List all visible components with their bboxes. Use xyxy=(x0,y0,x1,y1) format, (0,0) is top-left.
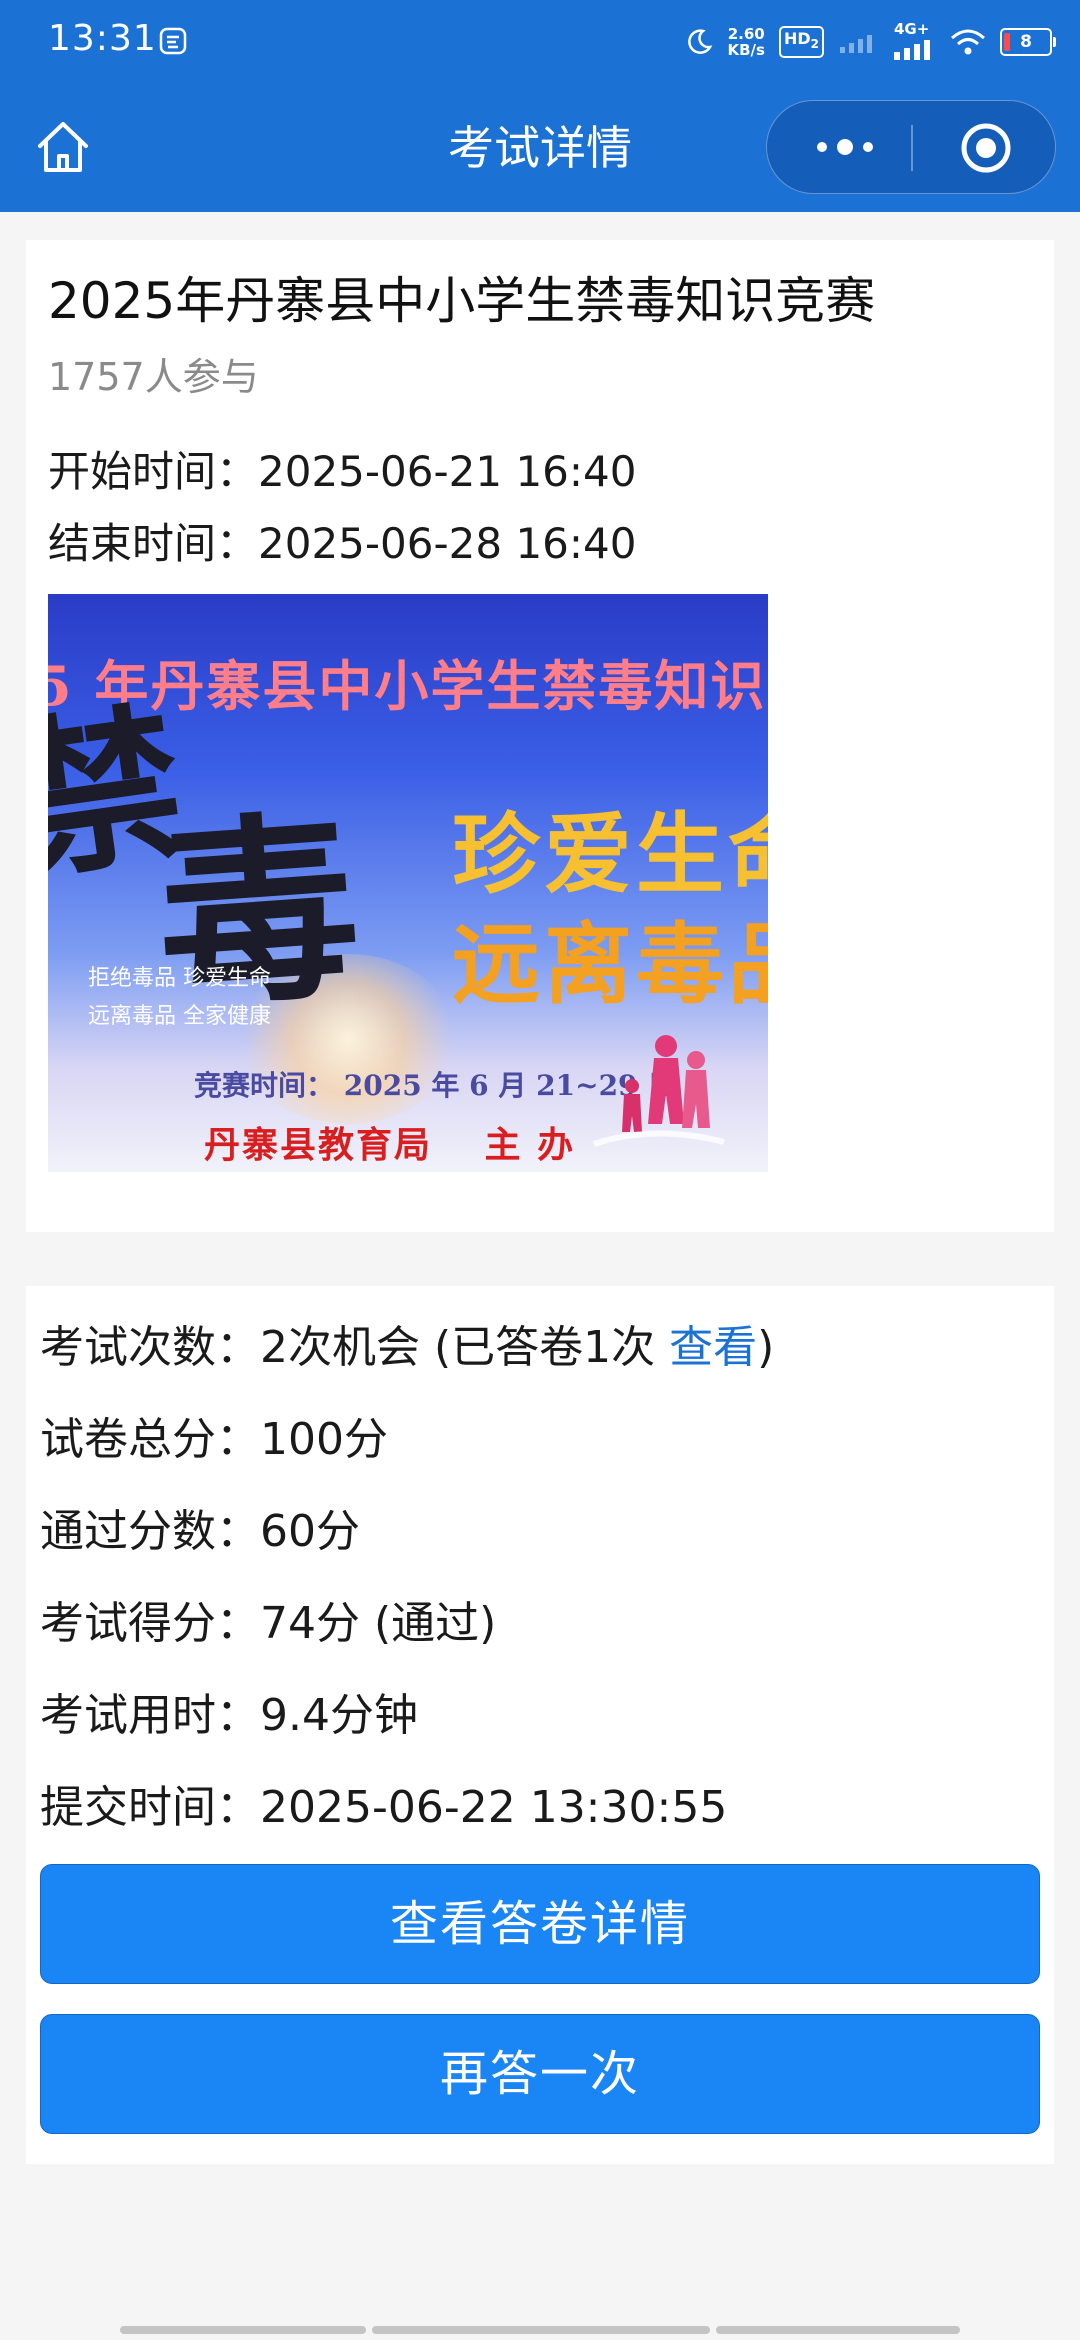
hd-label: HD xyxy=(783,29,811,49)
submit-time-label: 提交时间： xyxy=(40,1782,260,1833)
participants-count: 1757人参与 xyxy=(48,355,259,399)
capsule-divider xyxy=(911,125,913,171)
total-score-row: 试卷总分：100分 xyxy=(40,1410,388,1470)
signal-icon: 4G+ xyxy=(892,20,936,60)
submit-time-value: 2025-06-22 13:30:55 xyxy=(260,1782,728,1833)
status-bar: 13:31 2.60 KB/s HD2 4G+ 8 xyxy=(0,0,1080,84)
start-time-value: 2025-06-21 16:40 xyxy=(258,447,637,496)
duration-label: 考试用时： xyxy=(40,1690,260,1741)
exam-banner-image: 5 年丹寨县中小学生禁毒知识 禁 毒 珍爱生命 远离毒品 拒绝毒品 珍爱生命 远… xyxy=(48,594,768,1172)
exam-result-card: 考试次数：2次机会 (已答卷1次 查看) 试卷总分：100分 通过分数：60分 … xyxy=(26,1286,1054,2164)
exam-score-value: 74分 (通过) xyxy=(260,1598,497,1649)
signal-weak-icon xyxy=(840,35,872,53)
target-circle-icon[interactable] xyxy=(959,121,1013,175)
family-silhouette-icon xyxy=(593,1035,725,1147)
pass-score-row: 通过分数：60分 xyxy=(40,1502,360,1562)
mini-program-capsule xyxy=(766,100,1056,194)
duration-row: 考试用时：9.4分钟 xyxy=(40,1686,418,1746)
start-time: 开始时间：2025-06-21 16:40 xyxy=(48,444,637,500)
attempts-end: ) xyxy=(757,1322,775,1373)
hd-sub: 2 xyxy=(810,37,819,52)
banner-slogan-1: 珍爱生命 xyxy=(452,803,768,906)
total-score-value: 100分 xyxy=(260,1414,388,1465)
view-answer-details-button[interactable]: 查看答卷详情 xyxy=(40,1864,1040,1984)
net-speed-unit: KB/s xyxy=(727,41,765,59)
bottom-bar-segment xyxy=(372,2326,710,2334)
end-time-value: 2025-06-28 16:40 xyxy=(258,519,637,568)
app-notification-icon xyxy=(159,27,187,55)
net-speed-value: 2.60 xyxy=(727,25,765,43)
exam-score-label: 考试得分： xyxy=(40,1598,260,1649)
view-attempts-link[interactable]: 查看 xyxy=(669,1322,757,1373)
status-time: 13:31 xyxy=(48,18,157,59)
banner-org-line: 丹寨县教育局 主 办 xyxy=(204,1124,576,1166)
bottom-bar-segment xyxy=(120,2326,366,2334)
dot xyxy=(837,139,853,155)
bottom-bar-segment xyxy=(716,2326,960,2334)
signal-bars-icon xyxy=(894,40,930,60)
net-speed: 2.60 KB/s xyxy=(728,26,765,58)
battery-level: 8 xyxy=(1020,32,1032,52)
hd-icon: HD2 xyxy=(778,26,824,58)
pass-score-value: 60分 xyxy=(260,1506,360,1557)
status-right-group: 2.60 KB/s HD2 4G+ 8 xyxy=(684,20,1056,64)
network-label: 4G+ xyxy=(894,20,930,38)
attempts-row: 考试次数：2次机会 (已答卷1次 查看) xyxy=(40,1318,774,1378)
dot xyxy=(817,142,827,152)
banner-left-line-2: 远离毒品 全家健康 xyxy=(88,1004,271,1029)
attempts-label: 考试次数： xyxy=(40,1322,260,1373)
battery-icon: 8 xyxy=(1000,28,1056,56)
end-time: 结束时间：2025-06-28 16:40 xyxy=(48,516,637,572)
submit-time-row: 提交时间：2025-06-22 13:30:55 xyxy=(40,1778,727,1838)
moon-icon xyxy=(687,29,712,54)
duration-value: 9.4分钟 xyxy=(260,1690,418,1741)
banner-slogan-2: 远离毒品 xyxy=(452,913,768,1016)
more-dots-icon[interactable] xyxy=(805,127,885,167)
attempts-value: 2次机会 (已答卷1次 xyxy=(260,1322,670,1373)
exam-score-row: 考试得分：74分 (通过) xyxy=(40,1594,496,1654)
end-time-label: 结束时间： xyxy=(48,519,259,568)
exam-overview-card: 2025年丹寨县中小学生禁毒知识竞赛 1757人参与 开始时间：2025-06-… xyxy=(26,240,1054,1232)
exam-title: 2025年丹寨县中小学生禁毒知识竞赛 xyxy=(48,272,876,330)
banner-left-line-1: 拒绝毒品 珍爱生命 xyxy=(88,966,271,991)
dot xyxy=(863,142,873,152)
total-score-label: 试卷总分： xyxy=(40,1414,260,1465)
start-time-label: 开始时间： xyxy=(48,447,259,496)
wifi-icon xyxy=(951,29,985,55)
retry-exam-button[interactable]: 再答一次 xyxy=(40,2014,1040,2134)
pass-score-label: 通过分数： xyxy=(40,1506,260,1557)
